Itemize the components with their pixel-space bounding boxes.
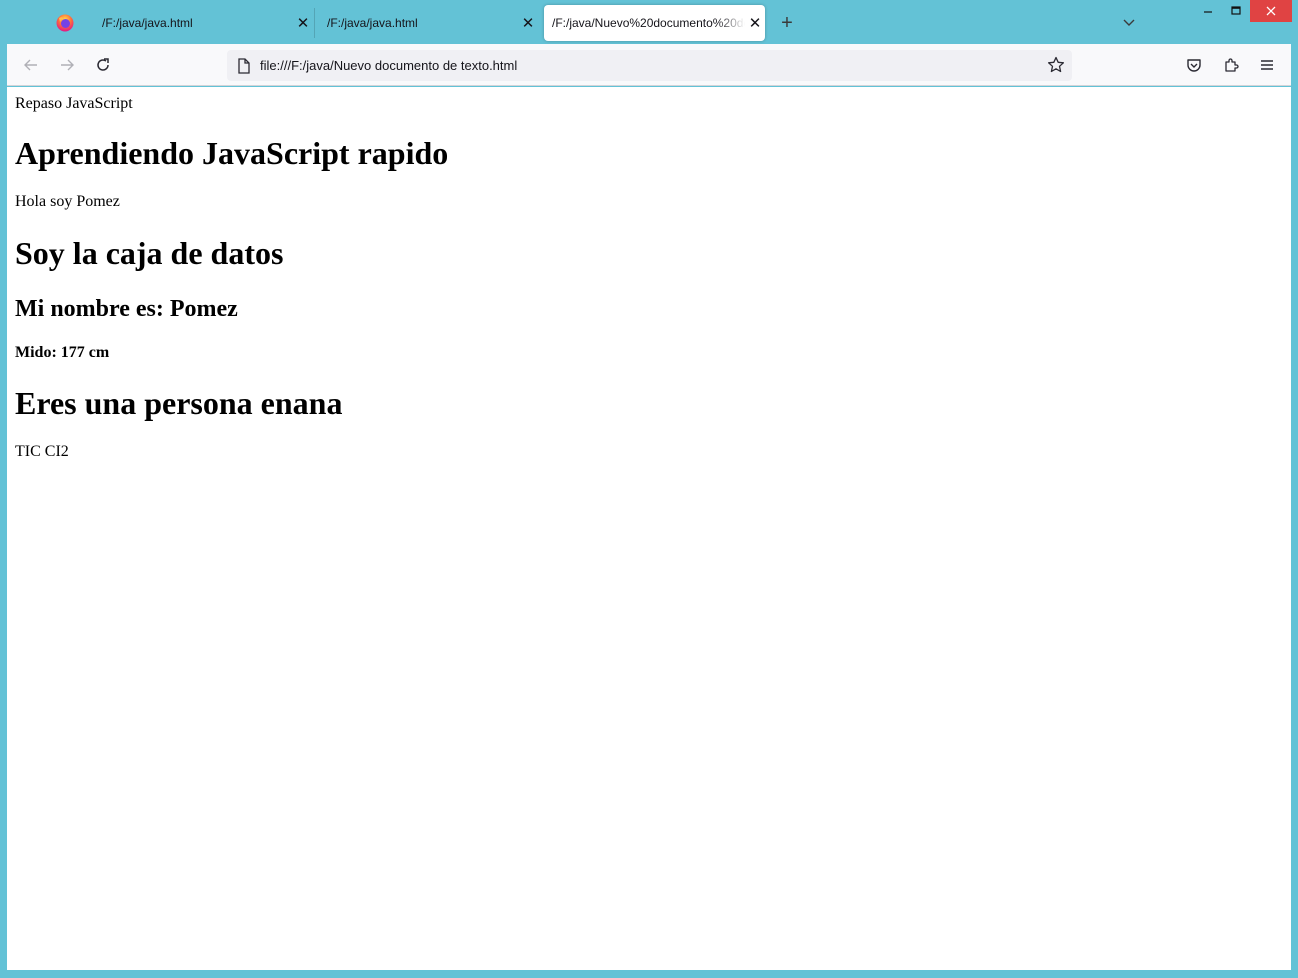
page-heading-aprendiendo: Aprendiendo JavaScript rapido	[15, 135, 449, 171]
tab-title: /F:/java/Nuevo%20documento%20de%20texto.…	[552, 16, 745, 30]
tab-close-icon[interactable]: ✕	[518, 13, 538, 33]
address-bar[interactable]: file:///F:/java/Nuevo documento de texto…	[227, 50, 1072, 81]
hamburger-icon[interactable]	[1256, 54, 1278, 76]
pocket-icon[interactable]	[1183, 54, 1205, 76]
reload-icon[interactable]	[92, 54, 114, 76]
tab-active-nuevo-documento[interactable]: /F:/java/Nuevo%20documento%20de%20texto.…	[544, 5, 765, 41]
browser-window: /F:/java/java.html ✕ /F:/java/java.html …	[0, 0, 1298, 978]
tab-close-icon[interactable]: ✕	[745, 13, 765, 33]
page-text-repaso: Repaso JavaScript	[15, 95, 133, 112]
star-icon[interactable]	[1046, 55, 1066, 75]
puzzle-icon[interactable]	[1220, 54, 1242, 76]
maximize-button[interactable]	[1222, 0, 1250, 22]
url-text[interactable]: file:///F:/java/Nuevo documento de texto…	[260, 58, 517, 73]
tab-title: /F:/java/java.html	[102, 16, 193, 30]
page-heading-nombre: Mi nombre es: Pomez	[15, 296, 238, 322]
page-heading-mido: Mido: 177 cm	[15, 344, 110, 361]
tab-title: /F:/java/java.html	[327, 16, 418, 30]
new-tab-button[interactable]: +	[776, 12, 798, 34]
minimize-button[interactable]	[1194, 0, 1222, 22]
tab-separator	[314, 8, 315, 38]
arrow-left-icon[interactable]	[20, 54, 42, 76]
tab-close-icon[interactable]: ✕	[293, 13, 313, 33]
tab-strip: /F:/java/java.html ✕ /F:/java/java.html …	[0, 0, 1298, 44]
page-text-tic: TIC CI2	[15, 443, 69, 460]
navigation-toolbar: file:///F:/java/Nuevo documento de texto…	[7, 44, 1291, 86]
tab-java-html-1[interactable]: /F:/java/java.html ✕	[91, 5, 313, 41]
chevron-down-icon[interactable]	[1119, 12, 1139, 32]
page-content: Repaso JavaScript Aprendiendo JavaScript…	[7, 87, 1291, 970]
page-heading-caja: Soy la caja de datos	[15, 235, 284, 271]
tab-java-html-2[interactable]: /F:/java/java.html ✕	[316, 5, 538, 41]
close-window-button[interactable]	[1250, 0, 1292, 22]
firefox-logo-icon[interactable]	[55, 13, 75, 33]
window-bottom-border	[0, 970, 1298, 978]
page-icon	[234, 56, 254, 76]
page-text-hola: Hola soy Pomez	[15, 193, 120, 210]
arrow-right-icon[interactable]	[56, 54, 78, 76]
page-heading-enana: Eres una persona enana	[15, 385, 343, 421]
